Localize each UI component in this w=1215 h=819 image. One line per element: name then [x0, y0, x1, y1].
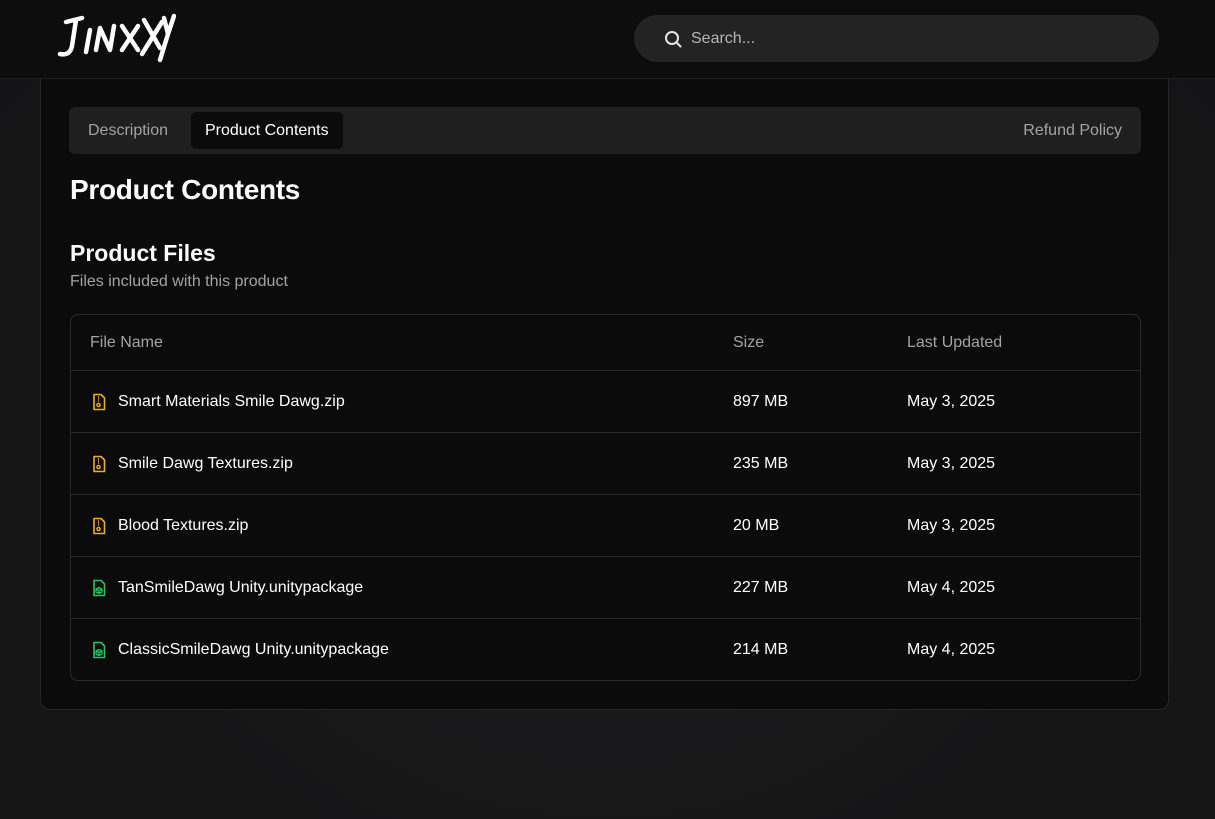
table-row[interactable]: Blood Textures.zip 20 MB May 3, 2025: [71, 495, 1140, 557]
product-contents-card: Description Product Contents Refund Poli…: [40, 79, 1169, 710]
file-updated: May 4, 2025: [907, 641, 996, 658]
package-file-icon: [93, 579, 106, 596]
section-title: Product Files: [70, 240, 216, 266]
file-updated: May 3, 2025: [907, 392, 996, 410]
section-subtitle: Files included with this product: [70, 273, 288, 290]
zip-file-icon: [93, 455, 106, 472]
file-name[interactable]: Smart Materials Smile Dawg.zip: [118, 393, 345, 411]
file-size: 20 MB: [733, 516, 780, 534]
jinxxy-logo[interactable]: [52, 8, 176, 66]
table-header: File Name Size Last Updated: [71, 315, 1140, 371]
search-bar[interactable]: [634, 15, 1159, 62]
header-last-updated: Last Updated: [907, 333, 1003, 351]
table-row[interactable]: Smile Dawg Textures.zip 235 MB May 3, 20…: [71, 433, 1140, 495]
zip-file-icon: [93, 517, 106, 534]
file-name[interactable]: Blood Textures.zip: [118, 517, 248, 535]
file-size: 235 MB: [733, 454, 789, 472]
file-size: 214 MB: [733, 641, 789, 658]
file-name[interactable]: ClassicSmileDawg Unity.unitypackage: [118, 641, 389, 659]
tab-product-contents[interactable]: Product Contents: [191, 112, 343, 149]
files-table: File Name Size Last Updated Smart Materi…: [70, 314, 1141, 681]
package-file-icon: [93, 641, 106, 659]
tab-bar: Description Product Contents Refund Poli…: [69, 107, 1141, 154]
header-size: Size: [733, 333, 765, 351]
site-header: [0, 0, 1215, 79]
file-size: 897 MB: [733, 392, 789, 410]
file-name[interactable]: TanSmileDawg Unity.unitypackage: [118, 579, 363, 597]
file-updated: May 4, 2025: [907, 578, 996, 596]
file-updated: May 3, 2025: [907, 516, 996, 534]
zip-file-icon: [93, 393, 106, 410]
page-title: Product Contents: [70, 174, 301, 205]
search-input[interactable]: [691, 29, 1111, 48]
table-row[interactable]: TanSmileDawg Unity.unitypackage 227 MB M…: [71, 557, 1140, 619]
header-file-name: File Name: [90, 333, 163, 351]
tab-refund-policy[interactable]: Refund Policy: [1009, 112, 1136, 149]
file-size: 227 MB: [733, 578, 789, 596]
search-icon: [665, 30, 682, 47]
table-row[interactable]: ClassicSmileDawg Unity.unitypackage 214 …: [71, 619, 1140, 680]
file-updated: May 3, 2025: [907, 454, 996, 472]
tab-description[interactable]: Description: [74, 112, 182, 149]
file-name[interactable]: Smile Dawg Textures.zip: [118, 455, 293, 473]
table-row[interactable]: Smart Materials Smile Dawg.zip 897 MB Ma…: [71, 371, 1140, 433]
